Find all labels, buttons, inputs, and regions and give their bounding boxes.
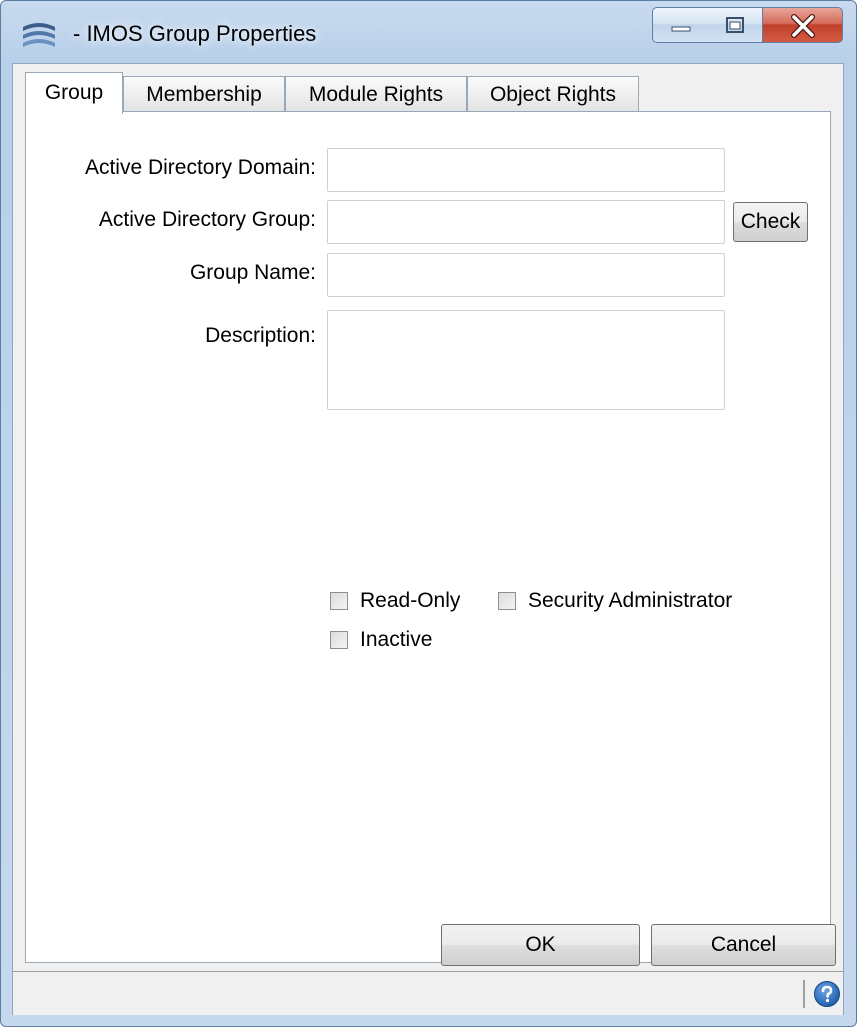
security-admin-label: Security Administrator [528, 589, 733, 612]
status-bar [13, 971, 843, 1015]
close-icon [791, 14, 815, 38]
minimize-button[interactable] [652, 7, 708, 43]
group-name-input[interactable] [327, 253, 725, 297]
dialog-client-area: Group Membership Module Rights Object Ri… [12, 63, 844, 1015]
description-label: Description: [205, 324, 316, 347]
tab-membership[interactable]: Membership [123, 76, 285, 112]
tab-object-rights[interactable]: Object Rights [467, 76, 639, 112]
tab-group[interactable]: Group [25, 72, 123, 114]
read-only-checkbox-box[interactable] [330, 592, 348, 610]
security-admin-checkbox-box[interactable] [498, 592, 516, 610]
ok-button[interactable]: OK [441, 924, 640, 966]
ad-domain-input[interactable] [327, 148, 725, 192]
description-textarea[interactable] [327, 310, 725, 410]
tab-module-rights[interactable]: Module Rights [285, 76, 467, 112]
dialog-window: - IMOS Group Properties Group Membership… [0, 0, 857, 1027]
close-button[interactable] [763, 7, 843, 43]
group-name-label: Group Name: [189, 261, 316, 284]
status-separator [803, 980, 805, 1008]
read-only-label: Read-Only [360, 589, 461, 612]
check-button[interactable]: Check [733, 202, 808, 242]
maximize-button[interactable] [707, 7, 763, 43]
inactive-label: Inactive [360, 628, 433, 651]
ad-domain-label: Active Directory Domain: [84, 156, 316, 179]
read-only-checkbox[interactable]: Read-Only [330, 589, 460, 613]
group-tab-panel: Active Directory Domain: Active Director… [25, 111, 831, 963]
minimize-icon [671, 26, 691, 32]
title-bar[interactable]: - IMOS Group Properties [1, 1, 856, 63]
window-title: - IMOS Group Properties [73, 21, 317, 46]
imos-app-icon [23, 23, 55, 47]
inactive-checkbox[interactable]: Inactive [330, 628, 432, 652]
help-icon[interactable] [813, 980, 841, 1008]
ad-group-label: Active Directory Group: [98, 208, 316, 231]
maximize-icon [726, 17, 744, 33]
inactive-checkbox-box[interactable] [330, 631, 348, 649]
cancel-button[interactable]: Cancel [651, 924, 836, 966]
security-admin-checkbox[interactable]: Security Administrator [498, 589, 732, 613]
ad-group-input[interactable] [327, 200, 725, 244]
